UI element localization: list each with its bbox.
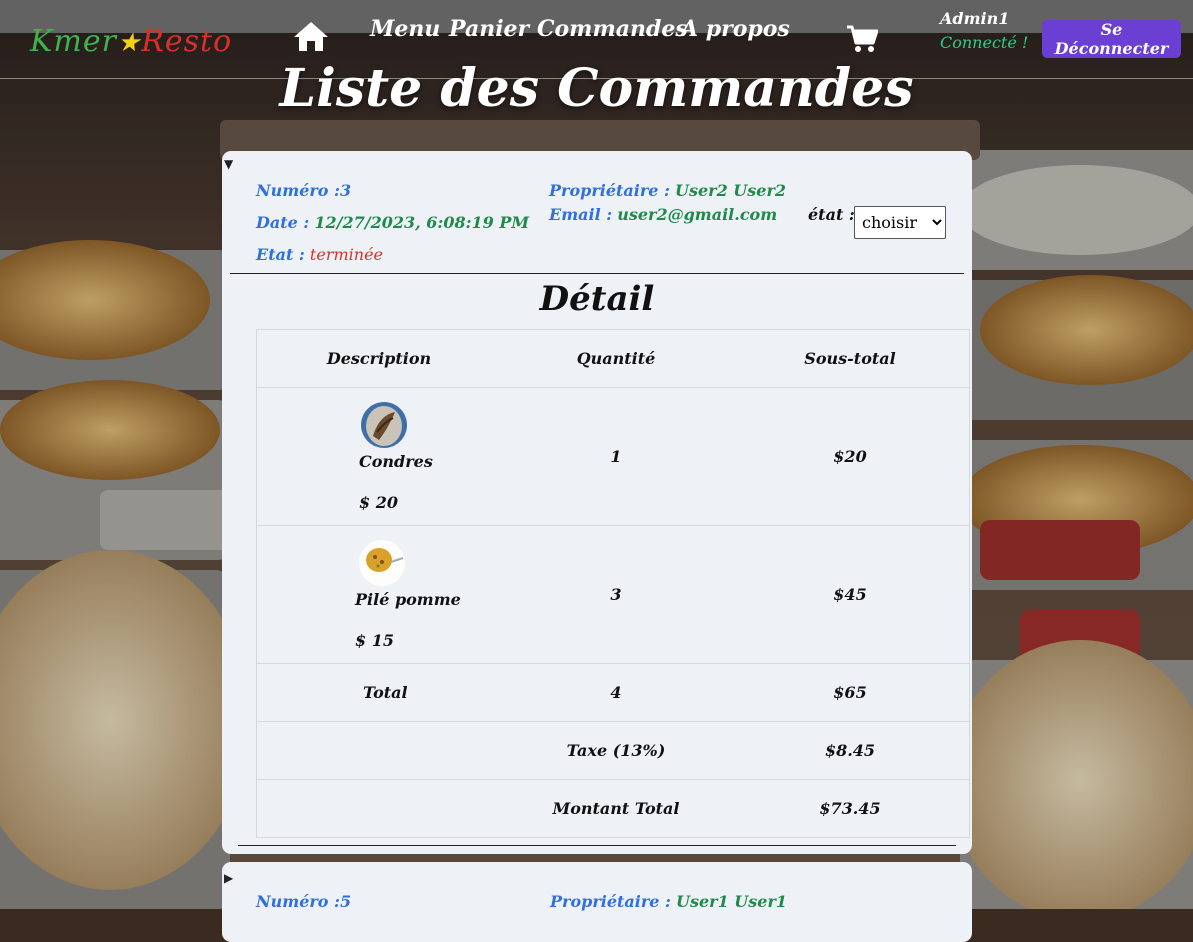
user-name: Admin1 (940, 9, 1010, 28)
home-icon[interactable] (292, 20, 330, 52)
grand-total-label: Montant Total (501, 779, 731, 838)
tax-label: Taxe (13%) (501, 721, 731, 780)
order-owner: Propriétaire : User1 User1 (550, 892, 787, 911)
divider (238, 845, 956, 846)
table-row: Condres $ 20 1 $20 (256, 387, 970, 526)
logo-star: ★ (116, 28, 142, 58)
order-number-label: Numéro : (256, 181, 340, 200)
item-name: Condres (359, 451, 433, 471)
total-quantity: 4 (501, 663, 731, 722)
item-description-cell: Condres $ 20 (256, 387, 501, 526)
grand-total-row: Montant Total $73.45 (256, 779, 970, 838)
divider (230, 273, 964, 274)
logo-text-left: Kmer (30, 24, 117, 59)
navbar: Kmer★Resto Menu Panier Commandes A propo… (0, 0, 1193, 79)
order-date: Date : 12/27/2023, 6:08:19 PM (256, 213, 529, 232)
table-row: Pilé pomme $ 15 3 $45 (256, 525, 970, 664)
order-state: Etat : terminée (256, 245, 383, 264)
user-status: Connecté ! (940, 33, 1029, 52)
table-header-row: Description Quantité Sous-total (256, 329, 970, 388)
item-name: Pilé pomme (355, 589, 461, 609)
nav-a-propos[interactable]: A propos (681, 16, 790, 42)
tax-row: Taxe (13%) $8.45 (256, 721, 970, 780)
order-email-label: Email : (549, 205, 613, 224)
detail-title: Détail (539, 279, 655, 319)
column-header-quantity: Quantité (501, 329, 731, 388)
total-amount: $65 (731, 663, 970, 722)
nav-menu[interactable]: Menu (370, 16, 440, 42)
item-unit-price: $ 15 (355, 630, 394, 650)
column-header-subtotal: Sous-total (731, 329, 970, 388)
order-card: ▼ Numéro :3 Date : 12/27/2023, 6:08:19 P… (222, 151, 972, 854)
grand-total-amount: $73.45 (731, 779, 970, 838)
item-subtotal: $45 (731, 525, 970, 664)
order-number-value: 5 (339, 892, 352, 911)
order-owner-label: Propriétaire : (550, 892, 671, 911)
order-number-value: 3 (339, 181, 352, 200)
logout-button[interactable]: Se Déconnecter (1042, 20, 1181, 58)
order-card: ▶ Numéro :5 Propriétaire : User1 User1 (222, 862, 972, 942)
state-select-label: état : (808, 205, 855, 224)
nav-commandes[interactable]: Commandes (537, 16, 688, 42)
item-quantity: 3 (501, 525, 731, 664)
collapse-triangle-icon[interactable]: ▼ (224, 157, 233, 171)
dish-thumbnail-image (359, 539, 405, 586)
item-unit-price: $ 20 (359, 492, 398, 512)
detail-table: Description Quantité Sous-total Condres … (256, 329, 970, 838)
order-number: Numéro :5 (256, 892, 351, 911)
tax-empty-cell (256, 721, 501, 780)
nav-panier[interactable]: Panier (449, 16, 529, 42)
logo[interactable]: Kmer★Resto (30, 24, 232, 59)
status-badge: terminée (309, 245, 383, 264)
item-quantity: 1 (501, 387, 731, 526)
order-owner-label: Propriétaire : (549, 181, 670, 200)
order-owner-value: User1 User1 (676, 892, 788, 911)
order-owner-value: User2 User2 (675, 181, 787, 200)
order-number: Numéro :3 (256, 181, 351, 200)
order-date-label: Date : (256, 213, 310, 232)
order-email-value: user2@gmail.com (617, 205, 778, 224)
order-state-label: Etat : (256, 245, 305, 264)
logo-text-right: Resto (141, 24, 233, 59)
order-email: Email : user2@gmail.com (549, 205, 777, 224)
order-number-label: Numéro : (256, 892, 340, 911)
grand-total-empty-cell (256, 779, 501, 838)
item-description-cell: Pilé pomme $ 15 (256, 525, 501, 664)
total-label: Total (256, 663, 501, 722)
order-date-value: 12/27/2023, 6:08:19 PM (314, 213, 530, 232)
dish-thumbnail-image (361, 401, 407, 448)
expand-triangle-icon[interactable]: ▶ (224, 871, 233, 885)
column-header-description: Description (256, 329, 501, 388)
order-owner: Propriétaire : User2 User2 (549, 181, 786, 200)
tax-amount: $8.45 (731, 721, 970, 780)
state-select[interactable]: choisir (854, 206, 946, 239)
item-subtotal: $20 (731, 387, 970, 526)
total-row: Total 4 $65 (256, 663, 970, 722)
shopping-cart-icon[interactable] (846, 24, 878, 54)
